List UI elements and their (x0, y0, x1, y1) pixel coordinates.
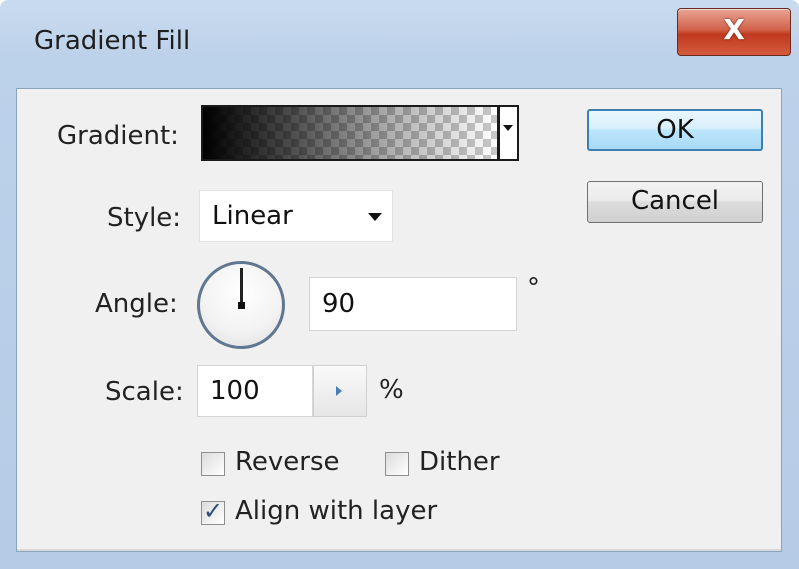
degree-symbol: ° (527, 273, 540, 303)
close-icon: X (723, 13, 745, 46)
angle-input[interactable]: 90 (309, 277, 517, 331)
chevron-right-icon (336, 386, 342, 396)
align-with-layer-label[interactable]: Align with layer (235, 496, 437, 526)
angle-dial[interactable] (197, 261, 285, 349)
ok-button[interactable]: OK (587, 109, 763, 151)
gradient-fill-dialog: Gradient Fill X Gradient: OK Cancel Styl… (0, 0, 799, 569)
cancel-button[interactable]: Cancel (587, 181, 763, 223)
chevron-down-icon (368, 213, 382, 221)
dither-checkbox[interactable] (385, 452, 409, 476)
align-with-layer-checkbox[interactable]: ✓ (201, 497, 225, 525)
reverse-label[interactable]: Reverse (235, 447, 340, 477)
style-label: Style: (107, 203, 182, 233)
angle-dial-needle (240, 268, 243, 304)
chevron-down-icon (503, 125, 513, 131)
dither-label[interactable]: Dither (419, 447, 500, 477)
gradient-dropdown-button[interactable] (499, 105, 519, 161)
reverse-checkbox[interactable] (201, 452, 225, 476)
gradient-label: Gradient: (57, 121, 179, 151)
dialog-title: Gradient Fill (34, 26, 191, 56)
style-select[interactable]: Linear (199, 190, 393, 242)
angle-label: Angle: (95, 289, 178, 319)
dialog-body: Gradient: OK Cancel Style: Linear Angle:… (16, 88, 782, 552)
scale-label: Scale: (105, 377, 184, 407)
scale-slider-button[interactable] (313, 365, 367, 417)
gradient-preview[interactable] (201, 105, 499, 161)
close-button[interactable]: X (677, 8, 791, 56)
style-select-value: Linear (212, 201, 293, 231)
title-bar: Gradient Fill X (0, 0, 799, 88)
angle-dial-center (238, 302, 245, 309)
percent-symbol: % (379, 375, 404, 405)
checkmark-icon: ✓ (203, 497, 224, 525)
scale-input[interactable]: 100 (197, 365, 313, 417)
